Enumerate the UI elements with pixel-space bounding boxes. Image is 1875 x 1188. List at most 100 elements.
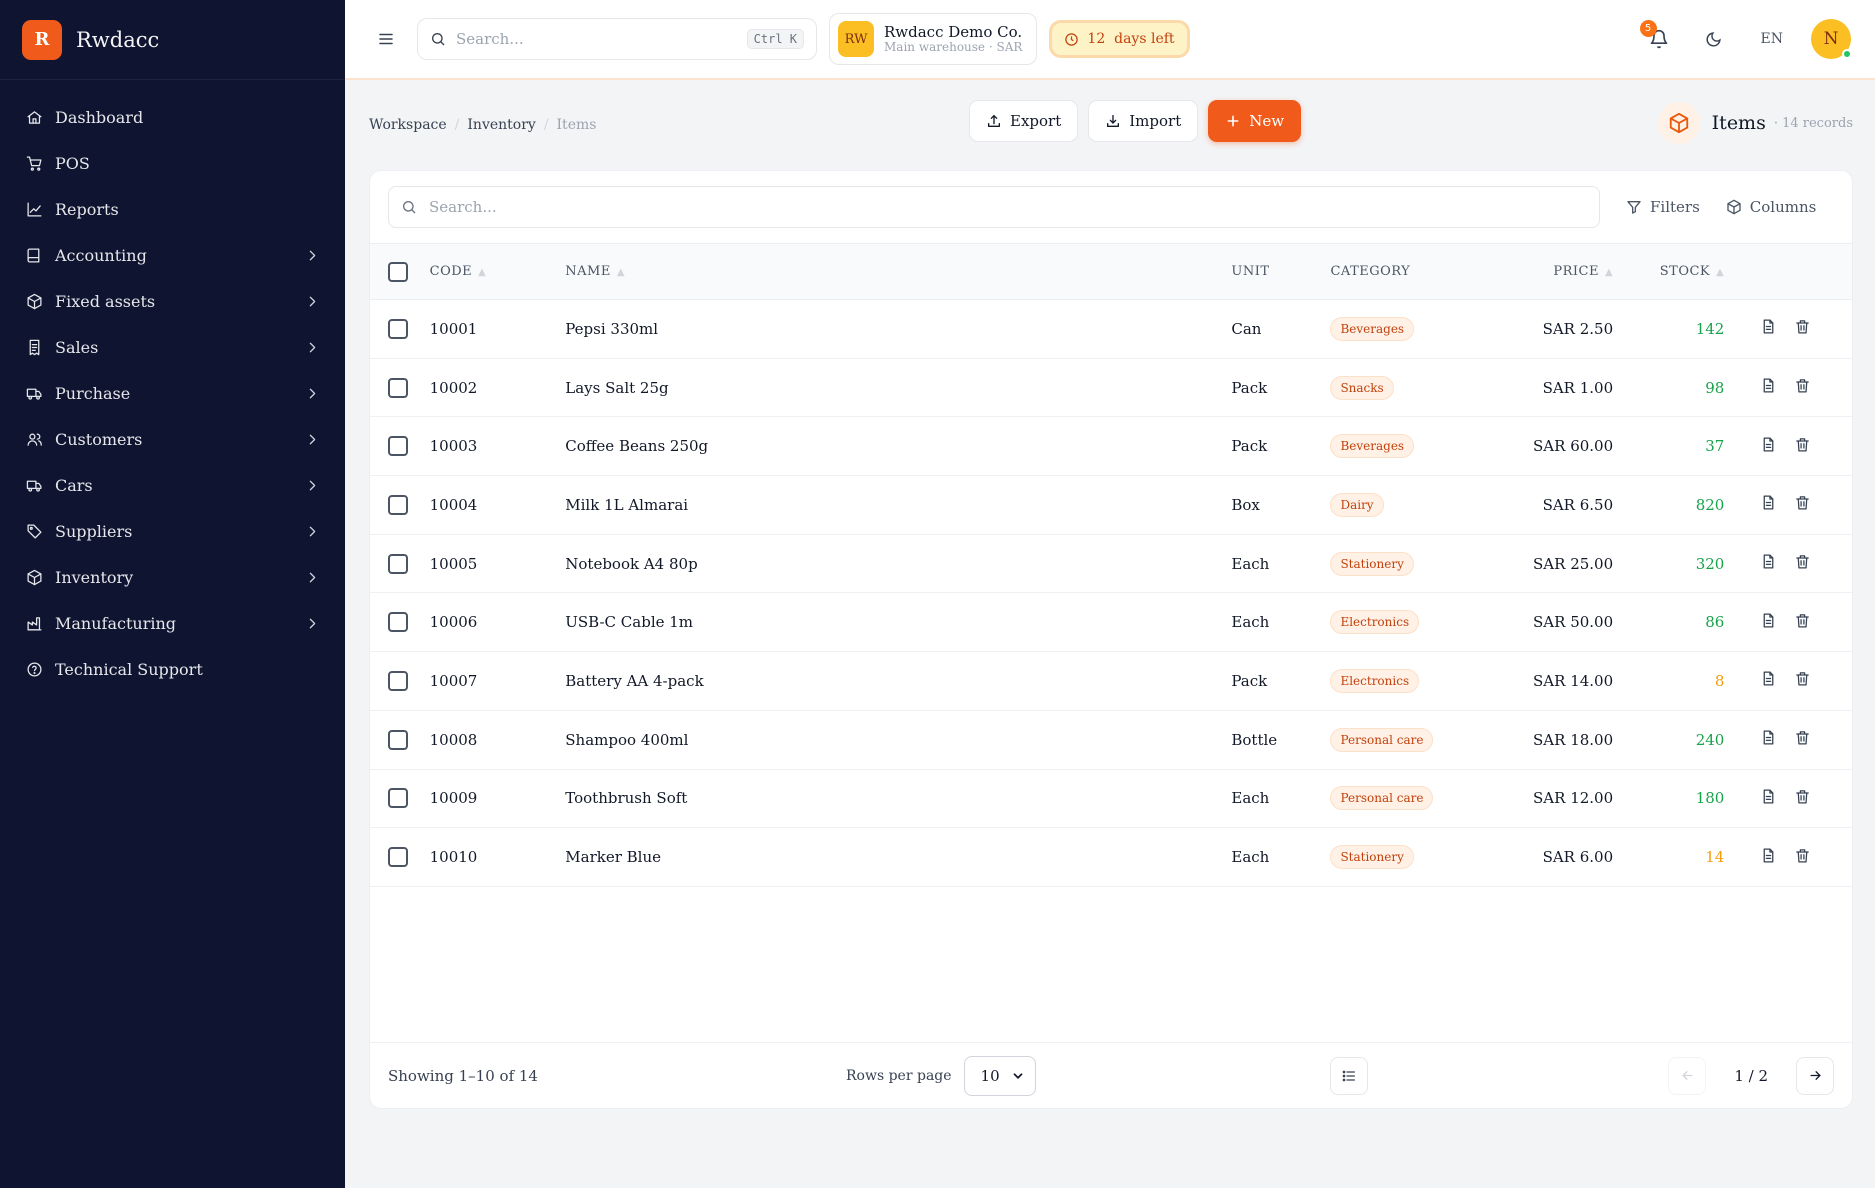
sidebar-item-suppliers[interactable]: Suppliers [0, 508, 345, 554]
items-table: CODE ▲ NAME ▲ UNIT CATEGORY PRICE ▲ STOCK ▲ … [370, 243, 1852, 887]
cell-name[interactable]: Toothbrush Soft [565, 769, 1231, 828]
row-checkbox[interactable] [388, 318, 408, 339]
edit-document-icon[interactable] [1760, 494, 1777, 511]
cell-stock: 180 [1695, 789, 1725, 808]
select-all-checkbox[interactable] [388, 261, 408, 282]
cell-name[interactable]: Shampoo 400ml [565, 710, 1231, 769]
page-header: Workspace / Inventory / Items Export Import … [369, 80, 1853, 170]
sidebar-item-label: Customers [55, 429, 143, 449]
cell-stock: 14 [1705, 848, 1725, 867]
sidebar-item-dashboard[interactable]: Dashboard [0, 94, 345, 140]
cell-name[interactable]: Notebook A4 80p [565, 534, 1231, 593]
column-header-name[interactable]: NAME ▲ [565, 244, 1231, 300]
table-search-input[interactable]: Search... [388, 186, 1600, 228]
breadcrumb-inventory[interactable]: Inventory [467, 117, 535, 133]
brand-name[interactable]: Rwdacc [76, 28, 159, 52]
row-checkbox[interactable] [388, 729, 408, 750]
user-avatar[interactable]: N [1811, 19, 1852, 59]
table-row[interactable]: 10009 Toothbrush Soft Each Personal care SAR… [370, 769, 1852, 828]
sidebar-item-customers[interactable]: Customers [0, 416, 345, 462]
cell-name[interactable]: Milk 1L Almarai [565, 476, 1231, 535]
edit-document-icon[interactable] [1760, 612, 1777, 629]
row-checkbox[interactable] [388, 847, 408, 868]
global-search-input[interactable]: Search... Ctrl K [417, 18, 817, 60]
density-toggle-button[interactable] [1330, 1056, 1368, 1095]
edit-document-icon[interactable] [1760, 788, 1777, 805]
cell-name[interactable]: Lays Salt 25g [565, 358, 1231, 417]
edit-document-icon[interactable] [1760, 436, 1777, 453]
trash-icon[interactable] [1794, 553, 1811, 570]
user-initial: N [1823, 29, 1839, 49]
columns-button[interactable]: Columns [1726, 198, 1816, 216]
trash-icon[interactable] [1794, 788, 1811, 805]
row-checkbox[interactable] [388, 612, 408, 633]
row-checkbox[interactable] [388, 377, 408, 398]
sidebar-item-sales[interactable]: Sales [0, 324, 345, 370]
company-switcher[interactable]: RW Rwdacc Demo Co. Main warehouse · SAR [829, 13, 1038, 65]
cell-name[interactable]: Battery AA 4-pack [565, 652, 1231, 711]
table-row[interactable]: 10003 Coffee Beans 250g Pack Beverages SAR 6… [370, 417, 1852, 476]
trash-icon[interactable] [1794, 729, 1811, 746]
edit-document-icon[interactable] [1760, 553, 1777, 570]
notifications-button[interactable]: 5 [1639, 19, 1679, 59]
trash-icon[interactable] [1794, 494, 1811, 511]
rows-per-page-select[interactable]: 10 [963, 1055, 1036, 1096]
row-checkbox[interactable] [388, 670, 408, 691]
edit-document-icon[interactable] [1760, 377, 1777, 394]
table-row[interactable]: 10004 Milk 1L Almarai Box Dairy SAR 6.50 820 [370, 476, 1852, 535]
trash-icon[interactable] [1794, 436, 1811, 453]
edit-document-icon[interactable] [1760, 318, 1777, 335]
cell-name[interactable]: USB-C Cable 1m [565, 593, 1231, 652]
row-checkbox[interactable] [388, 494, 408, 515]
column-header-stock[interactable]: STOCK ▲ [1613, 244, 1724, 300]
category-badge: Electronics [1330, 668, 1420, 693]
sidebar-item-pos[interactable]: POS [0, 140, 345, 186]
row-checkbox[interactable] [388, 436, 408, 457]
menu-toggle-button[interactable] [369, 22, 403, 56]
table-row[interactable]: 10010 Marker Blue Each Stationery SAR 6.00 14 [370, 828, 1852, 887]
theme-toggle-button[interactable] [1697, 22, 1731, 56]
trash-icon[interactable] [1794, 847, 1811, 864]
brand-logo[interactable]: R [22, 19, 62, 60]
sidebar-item-inventory[interactable]: Inventory [0, 554, 345, 600]
sidebar-item-technical-support[interactable]: Technical Support [0, 646, 345, 692]
sidebar-item-reports[interactable]: Reports [0, 186, 345, 232]
table-row[interactable]: 10007 Battery AA 4-pack Pack Electronics SAR… [370, 652, 1852, 711]
cell-name[interactable]: Coffee Beans 250g [565, 417, 1231, 476]
trash-icon[interactable] [1794, 612, 1811, 629]
import-button[interactable]: Import [1088, 100, 1199, 142]
column-header-code[interactable]: CODE ▲ [430, 244, 566, 300]
export-button[interactable]: Export [969, 100, 1079, 142]
cell-name[interactable]: Pepsi 330ml [565, 300, 1231, 359]
table-row[interactable]: 10001 Pepsi 330ml Can Beverages SAR 2.50 142 [370, 300, 1852, 359]
row-checkbox[interactable] [388, 553, 408, 574]
previous-page-button[interactable] [1668, 1056, 1707, 1095]
table-row[interactable]: 10005 Notebook A4 80p Each Stationery SAR 25… [370, 534, 1852, 593]
table-row[interactable]: 10006 USB-C Cable 1m Each Electronics SAR 50… [370, 593, 1852, 652]
filters-button[interactable]: Filters [1626, 198, 1700, 216]
filters-label: Filters [1650, 198, 1700, 216]
sidebar-item-cars[interactable]: Cars [0, 462, 345, 508]
sidebar-item-accounting[interactable]: Accounting [0, 232, 345, 278]
cell-name[interactable]: Marker Blue [565, 828, 1231, 887]
new-item-button[interactable]: New [1208, 100, 1302, 142]
trash-icon[interactable] [1794, 318, 1811, 335]
edit-document-icon[interactable] [1760, 729, 1777, 746]
edit-document-icon[interactable] [1760, 670, 1777, 687]
table-row[interactable]: 10002 Lays Salt 25g Pack Snacks SAR 1.00 98 [370, 358, 1852, 417]
next-page-button[interactable] [1796, 1056, 1834, 1095]
sidebar-item-purchase[interactable]: Purchase [0, 370, 345, 416]
row-checkbox[interactable] [388, 788, 408, 809]
sidebar-item-manufacturing[interactable]: Manufacturing [0, 600, 345, 646]
column-header-price[interactable]: PRICE ▲ [1479, 244, 1613, 300]
table-row[interactable]: 10008 Shampoo 400ml Bottle Personal care SAR… [370, 710, 1852, 769]
trash-icon[interactable] [1794, 670, 1811, 687]
language-switcher[interactable]: EN [1761, 31, 1783, 47]
cell-price: SAR 6.50 [1542, 495, 1614, 514]
sidebar-item-fixed-assets[interactable]: Fixed assets [0, 278, 345, 324]
factory-icon [27, 616, 42, 631]
edit-document-icon[interactable] [1760, 847, 1777, 864]
trash-icon[interactable] [1794, 377, 1811, 394]
breadcrumb-workspace[interactable]: Workspace [369, 117, 447, 133]
trial-badge[interactable]: 12 days left [1049, 20, 1190, 58]
